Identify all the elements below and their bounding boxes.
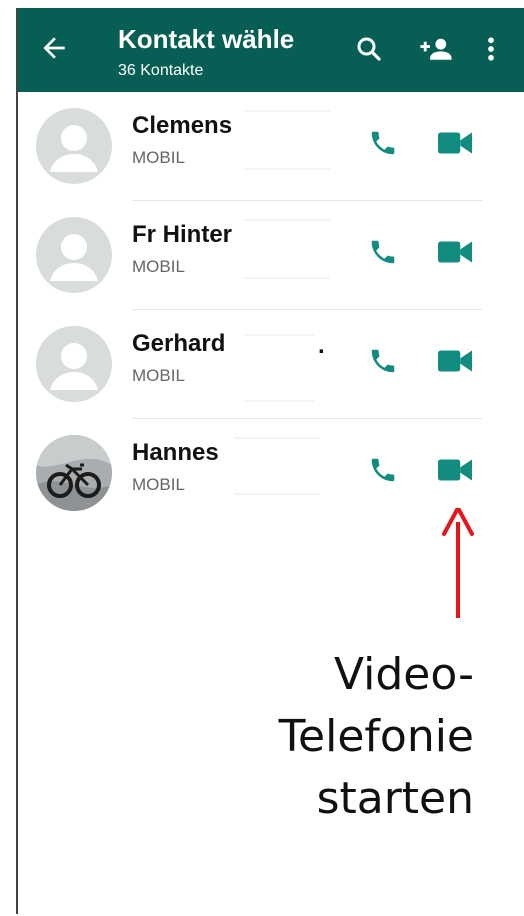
redaction-mark (244, 110, 330, 112)
phone-icon[interactable] (368, 128, 398, 158)
redaction-mark (234, 437, 320, 439)
more-vert-icon[interactable] (484, 34, 498, 64)
contact-name: Gerhard (132, 330, 226, 357)
avatar-placeholder (36, 108, 112, 184)
app-bar: Kontakt wähle 36 Kontakte (18, 8, 524, 92)
contact-row[interactable]: Fr Hinter MOBIL (18, 201, 524, 310)
caption-line: starten (316, 773, 474, 824)
avatar-placeholder (36, 217, 112, 293)
page-title: Kontakt wähle (118, 24, 295, 54)
bicycle-photo-icon (36, 435, 112, 511)
person-icon (50, 343, 98, 390)
avatar-photo (36, 435, 112, 511)
contact-name: Hannes (132, 439, 219, 466)
contact-type: MOBIL (132, 148, 185, 167)
add-person-icon[interactable] (418, 34, 454, 64)
redaction-mark (244, 168, 330, 170)
avatar-placeholder (36, 326, 112, 402)
video-camera-icon[interactable] (438, 348, 472, 374)
phone-screen: Kontakt wähle 36 Kontakte Clemens MOBIL … (16, 8, 524, 914)
phone-icon[interactable] (368, 346, 398, 376)
contact-type: MOBIL (132, 475, 185, 494)
contact-type: MOBIL (132, 366, 185, 385)
red-arrow-annotation (442, 508, 474, 618)
video-camera-icon[interactable] (438, 457, 472, 483)
phone-icon[interactable] (368, 237, 398, 267)
redaction-mark (244, 400, 314, 402)
contact-name: Fr Hinter (132, 221, 233, 248)
person-icon (50, 234, 98, 281)
name-suffix: . (318, 332, 325, 359)
redaction-mark (234, 493, 320, 495)
contact-list: Clemens MOBIL Fr Hinter MOBIL Gerhard MO… (18, 92, 524, 528)
redaction-mark (244, 219, 330, 221)
search-icon[interactable] (354, 34, 384, 64)
person-icon (50, 125, 98, 172)
redaction-mark (244, 277, 330, 279)
caption-line: Video- (334, 649, 474, 700)
video-camera-icon[interactable] (438, 239, 472, 265)
video-camera-icon[interactable] (438, 130, 472, 156)
annotation-caption: Video- Telefonie starten (234, 644, 474, 830)
back-arrow-icon[interactable] (38, 32, 70, 64)
contact-row[interactable]: Clemens MOBIL (18, 92, 524, 201)
redaction-mark (244, 334, 314, 336)
caption-line: Telefonie (278, 711, 474, 762)
contact-row[interactable]: Gerhard MOBIL . (18, 310, 524, 419)
phone-icon[interactable] (368, 455, 398, 485)
contact-name: Clemens (132, 112, 233, 139)
contact-count: 36 Kontakte (118, 62, 204, 79)
contact-type: MOBIL (132, 257, 185, 276)
